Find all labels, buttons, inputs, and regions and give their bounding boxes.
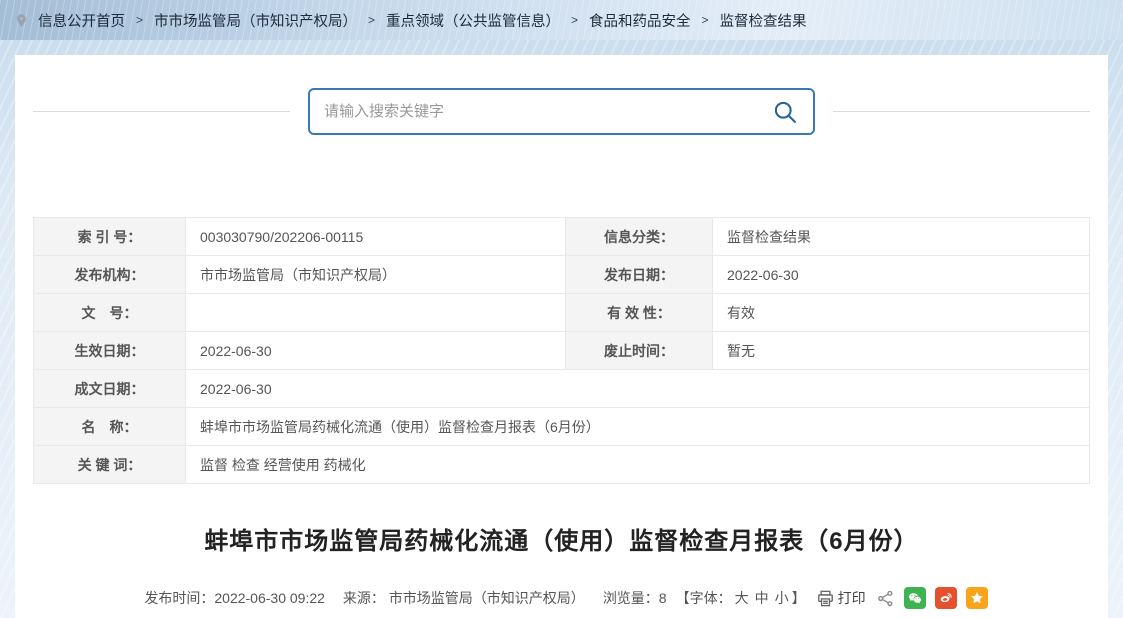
printer-icon <box>816 589 835 608</box>
weibo-icon <box>938 590 954 606</box>
article-meta-bar: 发布时间：2022-06-30 09:22 来源： 市市场监管局（市知识产权局）… <box>15 587 1108 609</box>
table-row: 名 称： 蚌埠市市场监管局药械化流通（使用）监督检查月报表（6月份） <box>34 408 1090 446</box>
field-value-publish-date: 2022-06-30 <box>713 256 1090 294</box>
font-size-medium-button[interactable]: 中 <box>755 588 769 608</box>
search-input[interactable] <box>324 103 771 120</box>
font-size-suffix: 】 <box>792 588 806 608</box>
field-label-written-date: 成文日期： <box>34 370 186 408</box>
field-label-publish-date: 发布日期： <box>566 256 713 294</box>
view-count: 浏览量：8 <box>603 588 667 608</box>
field-value-info-category: 监督检查结果 <box>713 218 1090 256</box>
field-value-written-date: 2022-06-30 <box>186 370 1090 408</box>
breadcrumb-separator: > <box>368 13 375 27</box>
share-nodes-icon <box>876 589 895 608</box>
star-icon <box>969 590 985 606</box>
field-value-keywords: 监督 检查 经营使用 药械化 <box>186 446 1090 484</box>
field-value-validity: 有效 <box>713 294 1090 332</box>
print-button[interactable]: 打印 <box>816 588 866 608</box>
table-row: 发布机构： 市市场监管局（市知识产权局） 发布日期： 2022-06-30 <box>34 256 1090 294</box>
field-value-name: 蚌埠市市场监管局药械化流通（使用）监督检查月报表（6月份） <box>186 408 1090 446</box>
breadcrumb-bureau[interactable]: 市市场监管局（市知识产权局） <box>154 10 357 31</box>
table-row: 关 键 词： 监督 检查 经营使用 药械化 <box>34 446 1090 484</box>
field-label-validity: 有 效 性： <box>566 294 713 332</box>
breadcrumb-separator: > <box>571 13 578 27</box>
page-title: 蚌埠市市场监管局药械化流通（使用）监督检查月报表（6月份） <box>15 521 1108 556</box>
search-icon <box>771 98 799 126</box>
field-value-abolition-time: 暂无 <box>713 332 1090 370</box>
breadcrumb-food-drug-safety[interactable]: 食品和药品安全 <box>589 10 691 31</box>
share-button[interactable] <box>876 589 895 608</box>
font-size-prefix: 【字体： <box>676 588 732 608</box>
field-label-doc-number: 文 号： <box>34 294 186 332</box>
field-label-abolition-time: 废止时间： <box>566 332 713 370</box>
field-value-doc-number <box>186 294 566 332</box>
favorite-star-button[interactable] <box>966 587 988 609</box>
font-size-small-button[interactable]: 小 <box>775 588 789 608</box>
table-row: 生效日期： 2022-06-30 废止时间： 暂无 <box>34 332 1090 370</box>
search-button[interactable] <box>771 98 799 126</box>
field-label-keywords: 关 键 词： <box>34 446 186 484</box>
breadcrumb-key-areas[interactable]: 重点领域（公共监管信息） <box>386 10 560 31</box>
location-pin-icon <box>14 12 29 29</box>
field-label-index-number: 索 引 号： <box>34 218 186 256</box>
wechat-icon <box>907 590 923 606</box>
field-value-publisher: 市市场监管局（市知识产权局） <box>186 256 566 294</box>
content-panel: 索 引 号： 003030790/202206-00115 信息分类： 监督检查… <box>15 55 1108 618</box>
search-box <box>308 88 815 135</box>
breadcrumb: 信息公开首页 > 市市场监管局（市知识产权局） > 重点领域（公共监管信息） >… <box>0 0 1123 40</box>
print-label: 打印 <box>838 588 866 608</box>
field-value-index-number: 003030790/202206-00115 <box>186 218 566 256</box>
breadcrumb-separator: > <box>136 13 143 27</box>
decorative-line-left <box>33 111 290 112</box>
table-row: 索 引 号： 003030790/202206-00115 信息分类： 监督检查… <box>34 218 1090 256</box>
field-label-effective-date: 生效日期： <box>34 332 186 370</box>
breadcrumb-separator: > <box>702 13 709 27</box>
publish-time: 发布时间：2022-06-30 09:22 <box>144 588 325 608</box>
field-label-name: 名 称： <box>34 408 186 446</box>
table-row: 成文日期： 2022-06-30 <box>34 370 1090 408</box>
source: 来源： 市市场监管局（市知识产权局） <box>343 588 585 608</box>
document-metadata-table: 索 引 号： 003030790/202206-00115 信息分类： 监督检查… <box>33 217 1090 484</box>
breadcrumb-inspection-results[interactable]: 监督检查结果 <box>720 10 807 31</box>
weibo-share-button[interactable] <box>935 587 957 609</box>
table-row: 文 号： 有 效 性： 有效 <box>34 294 1090 332</box>
decorative-line-right <box>833 111 1090 112</box>
field-value-effective-date: 2022-06-30 <box>186 332 566 370</box>
field-label-info-category: 信息分类： <box>566 218 713 256</box>
breadcrumb-home[interactable]: 信息公开首页 <box>38 10 125 31</box>
font-size-large-button[interactable]: 大 <box>735 588 749 608</box>
wechat-share-button[interactable] <box>904 587 926 609</box>
search-section <box>15 55 1108 135</box>
field-label-publisher: 发布机构： <box>34 256 186 294</box>
